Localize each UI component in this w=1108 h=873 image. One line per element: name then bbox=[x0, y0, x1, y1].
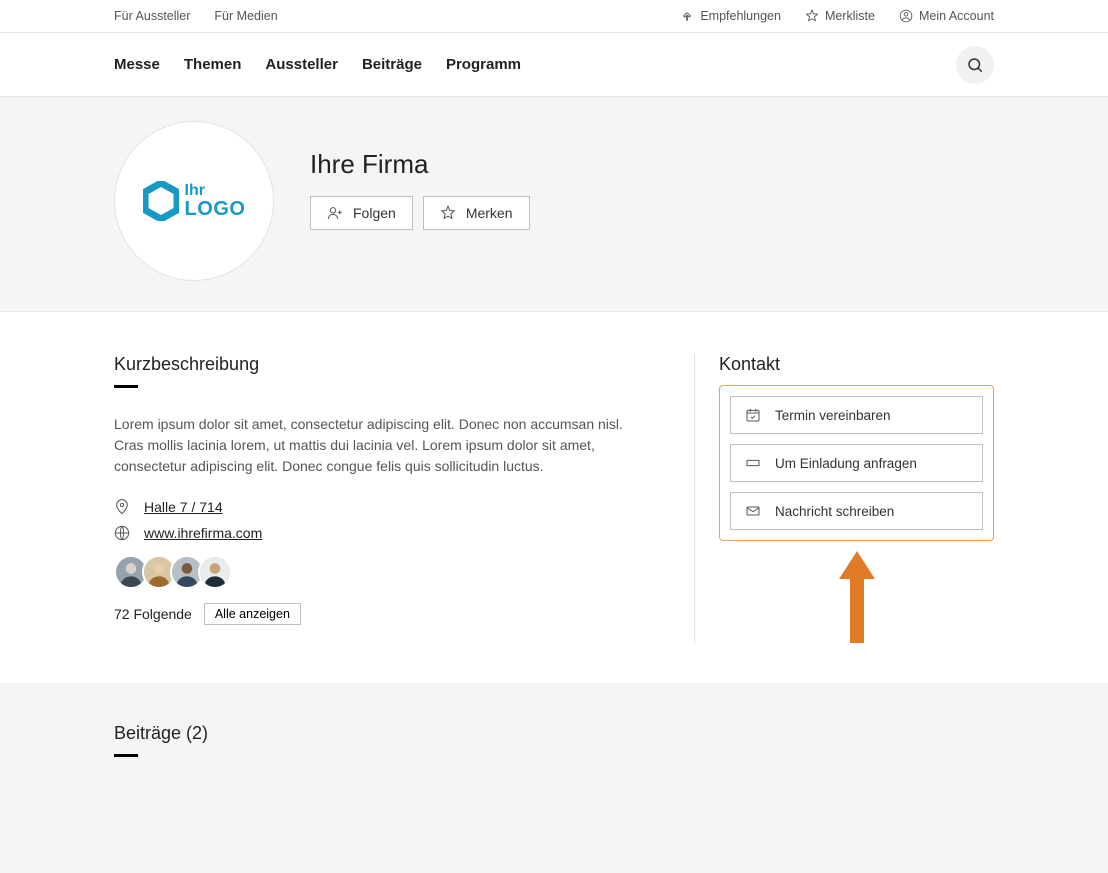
website-row: www.ihrefirma.com bbox=[114, 525, 646, 541]
heading-underline bbox=[114, 754, 138, 757]
follower-avatars bbox=[114, 555, 646, 589]
user-plus-icon bbox=[327, 205, 343, 221]
followers-count: 72 Folgende bbox=[114, 606, 192, 622]
nav-themen[interactable]: Themen bbox=[184, 56, 242, 73]
button-label: Um Einladung anfragen bbox=[775, 456, 917, 471]
utility-bar: Für Aussteller Für Medien Empfehlungen M… bbox=[0, 0, 1108, 33]
link-empfehlungen[interactable]: Empfehlungen bbox=[680, 9, 781, 23]
termin-button[interactable]: Termin vereinbaren bbox=[730, 396, 983, 434]
nav-label: Messe bbox=[114, 56, 160, 73]
star-icon bbox=[440, 205, 456, 221]
link-label: Für Aussteller bbox=[114, 9, 190, 23]
pin-icon bbox=[114, 499, 130, 515]
nav-aussteller[interactable]: Aussteller bbox=[265, 56, 338, 73]
search-icon bbox=[966, 56, 984, 74]
company-logo: Ihr LOGO bbox=[114, 121, 274, 281]
nav-programm[interactable]: Programm bbox=[446, 56, 521, 73]
einladung-button[interactable]: Um Einladung anfragen bbox=[730, 444, 983, 482]
location-row: Halle 7 / 714 bbox=[114, 499, 646, 515]
link-merkliste[interactable]: Merkliste bbox=[805, 9, 875, 23]
globe-icon bbox=[114, 525, 130, 541]
hand-point-icon bbox=[680, 9, 694, 23]
nav-label: Aussteller bbox=[265, 56, 338, 73]
show-all-button[interactable]: Alle anzeigen bbox=[204, 603, 301, 625]
website-link[interactable]: www.ihrefirma.com bbox=[144, 525, 262, 541]
location-link[interactable]: Halle 7 / 714 bbox=[144, 499, 223, 515]
avatar bbox=[198, 555, 232, 589]
kontakt-box: Termin vereinbaren Um Einladung anfragen… bbox=[719, 385, 994, 541]
nachricht-button[interactable]: Nachricht schreiben bbox=[730, 492, 983, 530]
star-icon bbox=[805, 9, 819, 23]
logo-text-line2: LOGO bbox=[185, 199, 246, 219]
content-section: Kurzbeschreibung Lorem ipsum dolor sit a… bbox=[0, 312, 1108, 683]
link-label: Für Medien bbox=[214, 9, 277, 23]
logo-text-line1: Ihr bbox=[185, 183, 246, 199]
user-circle-icon bbox=[899, 9, 913, 23]
hexagon-icon bbox=[143, 181, 179, 221]
envelope-icon bbox=[745, 503, 761, 519]
heading-underline bbox=[114, 385, 138, 388]
button-label: Nachricht schreiben bbox=[775, 504, 894, 519]
kontakt-heading: Kontakt bbox=[719, 354, 994, 375]
company-name: Ihre Firma bbox=[310, 149, 530, 180]
nav-label: Beiträge bbox=[362, 56, 422, 73]
nav-label: Themen bbox=[184, 56, 242, 73]
ticket-icon bbox=[745, 455, 761, 471]
link-fuer-medien[interactable]: Für Medien bbox=[214, 9, 277, 23]
company-header: Ihr LOGO Ihre Firma Folgen Merken bbox=[0, 97, 1108, 312]
link-label: Merkliste bbox=[825, 9, 875, 23]
main-nav: Messe Themen Aussteller Beiträge Program… bbox=[0, 33, 1108, 97]
nav-label: Programm bbox=[446, 56, 521, 73]
button-label: Termin vereinbaren bbox=[775, 408, 891, 423]
button-label: Alle anzeigen bbox=[215, 607, 290, 621]
link-fuer-aussteller[interactable]: Für Aussteller bbox=[114, 9, 190, 23]
button-label: Merken bbox=[466, 205, 513, 221]
nav-beitraege[interactable]: Beiträge bbox=[362, 56, 422, 73]
annotation-arrow bbox=[719, 551, 994, 643]
link-mein-account[interactable]: Mein Account bbox=[899, 9, 994, 23]
follow-button[interactable]: Folgen bbox=[310, 196, 413, 230]
calendar-check-icon bbox=[745, 407, 761, 423]
kurzbeschreibung-heading: Kurzbeschreibung bbox=[114, 354, 646, 375]
link-label: Empfehlungen bbox=[700, 9, 781, 23]
button-label: Folgen bbox=[353, 205, 396, 221]
link-label: Mein Account bbox=[919, 9, 994, 23]
nav-messe[interactable]: Messe bbox=[114, 56, 160, 73]
beitraege-heading: Beiträge (2) bbox=[114, 723, 994, 744]
search-button[interactable] bbox=[956, 46, 994, 84]
description-text: Lorem ipsum dolor sit amet, consectetur … bbox=[114, 414, 644, 477]
bookmark-button[interactable]: Merken bbox=[423, 196, 530, 230]
posts-section: Beiträge (2) bbox=[0, 683, 1108, 873]
